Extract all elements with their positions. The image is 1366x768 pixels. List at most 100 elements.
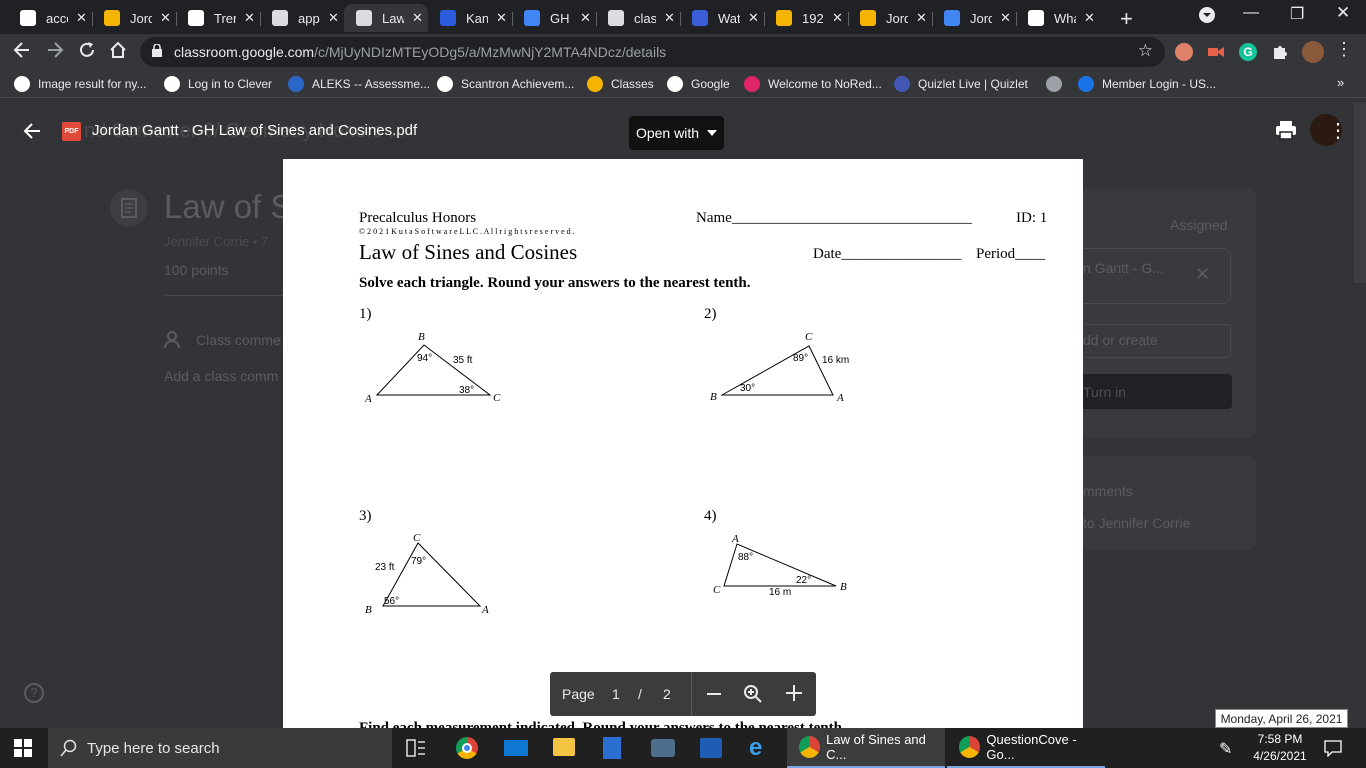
address-bar[interactable]: classroom.google.com/c/MjUyNDIzMTEyODg5/… bbox=[140, 37, 1165, 67]
close-tab-icon[interactable]: ✕ bbox=[664, 10, 675, 26]
tab-13[interactable]: Wha ✕ bbox=[1016, 4, 1100, 32]
current-page[interactable]: 1 bbox=[612, 686, 620, 702]
instructions: Solve each triangle. Round your answers … bbox=[359, 275, 751, 291]
t2-side-ca: 16 km bbox=[822, 355, 850, 366]
file-explorer-icon[interactable] bbox=[553, 738, 575, 756]
taskbar-search-box[interactable]: Type here to search bbox=[48, 728, 392, 768]
edge-icon[interactable]: e bbox=[749, 736, 762, 760]
help-icon[interactable]: ? bbox=[24, 683, 44, 703]
reload-icon[interactable] bbox=[77, 40, 97, 65]
home-icon[interactable] bbox=[108, 40, 128, 65]
tab-title: Tren bbox=[214, 10, 236, 26]
bookmark-star-icon[interactable]: ☆ bbox=[1138, 41, 1153, 61]
restore-icon[interactable]: ❐ bbox=[1290, 4, 1304, 24]
close-viewer-back-icon[interactable] bbox=[22, 121, 42, 146]
bookmark-item[interactable]: ALEKS -- Assessme... bbox=[288, 76, 430, 92]
zoom-in-icon[interactable] bbox=[786, 685, 802, 704]
zoom-out-icon[interactable] bbox=[707, 693, 721, 695]
mail-icon[interactable] bbox=[504, 740, 528, 756]
chrome-window-icon bbox=[799, 736, 821, 758]
bookmark-item[interactable]: Welcome to NoRed... bbox=[744, 76, 882, 92]
screencastify-icon[interactable] bbox=[1207, 43, 1225, 61]
close-tab-icon[interactable]: ✕ bbox=[580, 10, 591, 26]
tab-title: GH bbox=[550, 10, 570, 26]
browser-toolbar: classroom.google.com/c/MjUyNDIzMTEyODg5/… bbox=[0, 34, 1366, 70]
tab-1[interactable]: acco ✕ bbox=[8, 4, 92, 32]
attachment-name: n Gantt - G... bbox=[1083, 260, 1164, 276]
chrome-menu-icon[interactable]: ⋮ bbox=[1335, 39, 1353, 60]
extension-avatar-icon[interactable] bbox=[1175, 43, 1193, 61]
people-icon bbox=[164, 330, 188, 355]
tab-9[interactable]: Wat ✕ bbox=[680, 4, 764, 32]
bookmark-item[interactable]: Quizlet Live | Quizlet bbox=[894, 76, 1028, 92]
tab-8[interactable]: clas ✕ bbox=[596, 4, 680, 32]
more-options-icon[interactable]: ⋮ bbox=[1328, 118, 1348, 143]
tab-12[interactable]: Jord ✕ bbox=[932, 4, 1016, 32]
pen-icon[interactable]: ✎ bbox=[1219, 739, 1232, 759]
taskbar-window-law-of-sines[interactable]: Law of Sines and C... bbox=[787, 728, 945, 768]
grammarly-icon[interactable]: G bbox=[1239, 43, 1257, 61]
close-window-icon[interactable]: ✕ bbox=[1336, 3, 1350, 23]
bookmark-item[interactable]: Classes bbox=[587, 76, 654, 92]
copyright-line: © 2 0 2 1 K u t a S o f t w a r e L L C … bbox=[359, 227, 575, 236]
close-tab-icon[interactable]: ✕ bbox=[76, 10, 87, 26]
profile-avatar[interactable] bbox=[1302, 41, 1324, 63]
t1-side-bc: 35 ft bbox=[453, 355, 473, 366]
bookmark-item[interactable]: Google bbox=[667, 76, 730, 92]
tab-7[interactable]: GH ✕ bbox=[512, 4, 596, 32]
back-icon[interactable] bbox=[12, 40, 32, 65]
close-tab-icon[interactable]: ✕ bbox=[244, 10, 255, 26]
close-tab-icon[interactable]: ✕ bbox=[328, 10, 339, 26]
bookmark-item[interactable]: Log in to Clever bbox=[164, 76, 272, 92]
close-tab-icon[interactable]: ✕ bbox=[160, 10, 171, 26]
bookmark-item[interactable]: Scantron Achievem... bbox=[437, 76, 574, 92]
minimize-icon[interactable]: — bbox=[1243, 4, 1259, 22]
remove-attachment-icon[interactable]: ✕ bbox=[1195, 264, 1210, 285]
add-private-comment-link[interactable]: to Jennifer Corrie bbox=[1083, 515, 1190, 531]
calculator-icon[interactable] bbox=[603, 737, 621, 759]
tab-4[interactable]: app ✕ bbox=[260, 4, 344, 32]
docs-icon bbox=[944, 10, 960, 26]
t3-vertex-a: A bbox=[482, 604, 489, 616]
zoom-icon[interactable] bbox=[743, 684, 763, 707]
bookmark-item[interactable]: Image result for ny... bbox=[14, 76, 147, 92]
add-class-comment-link[interactable]: Add a class comm bbox=[164, 368, 278, 384]
close-tab-icon[interactable]: ✕ bbox=[496, 10, 507, 26]
bookmark-label: Classes bbox=[611, 77, 654, 91]
t4-angle-b: 22° bbox=[796, 575, 812, 586]
camera-icon[interactable] bbox=[651, 739, 675, 757]
new-tab-button[interactable]: + bbox=[1120, 6, 1133, 32]
tab-strip: acco✕Jord✕Tren✕app✕Law✕Kan✕GH✕clas✕Wat✕1… bbox=[0, 0, 1366, 34]
bookmark-item[interactable]: Member Login - US... bbox=[1078, 76, 1216, 92]
tab-3[interactable]: Tren ✕ bbox=[176, 4, 260, 32]
store-icon[interactable] bbox=[700, 738, 722, 758]
print-icon[interactable] bbox=[1275, 119, 1297, 146]
search-icon bbox=[60, 739, 77, 757]
more-bookmarks-icon[interactable]: » bbox=[1337, 75, 1344, 90]
extensions-puzzle-icon[interactable] bbox=[1271, 43, 1289, 61]
tab-search-icon[interactable] bbox=[1198, 6, 1216, 29]
slides-icon bbox=[776, 10, 792, 26]
taskbar-window-questioncove[interactable]: QuestionCove - Go... bbox=[947, 728, 1105, 768]
close-tab-icon[interactable]: ✕ bbox=[412, 10, 423, 26]
scantron-icon bbox=[437, 76, 453, 92]
tab-11[interactable]: Jord ✕ bbox=[848, 4, 932, 32]
close-tab-icon[interactable]: ✕ bbox=[916, 10, 927, 26]
triangle-2-diagram bbox=[720, 345, 834, 396]
tab-10[interactable]: 192 ✕ bbox=[764, 4, 848, 32]
windows-start-icon[interactable] bbox=[14, 739, 32, 762]
close-tab-icon[interactable]: ✕ bbox=[832, 10, 843, 26]
close-tab-icon[interactable]: ✕ bbox=[748, 10, 759, 26]
task-view-icon[interactable] bbox=[406, 739, 426, 762]
tab-6[interactable]: Kan ✕ bbox=[428, 4, 512, 32]
tab-2[interactable]: Jord ✕ bbox=[92, 4, 176, 32]
close-tab-icon[interactable]: ✕ bbox=[1000, 10, 1011, 26]
chrome-taskbar-icon[interactable] bbox=[456, 737, 478, 759]
forward-icon[interactable] bbox=[45, 40, 65, 65]
notifications-icon[interactable] bbox=[1324, 739, 1342, 762]
close-tab-icon[interactable]: ✕ bbox=[1084, 10, 1095, 26]
system-clock[interactable]: 7:58 PM 4/26/2021 bbox=[1250, 731, 1310, 765]
open-with-button[interactable]: Open with bbox=[629, 116, 724, 150]
tab-5[interactable]: Law ✕ bbox=[344, 4, 428, 32]
bookmark-item[interactable] bbox=[1046, 76, 1070, 92]
